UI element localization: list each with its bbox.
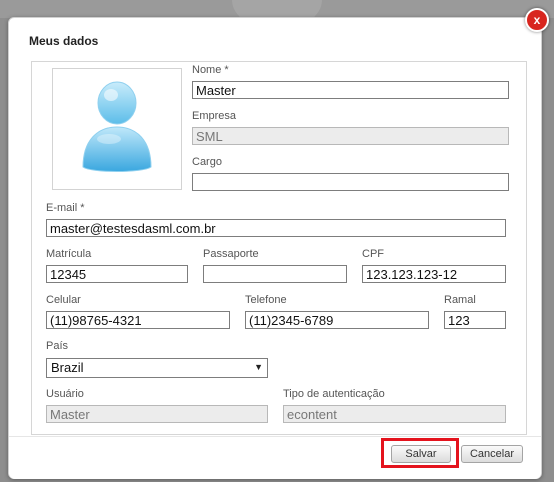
meus-dados-dialog: Meus dados x Nome * Master Empresa SML C… xyxy=(8,8,549,479)
autenticacao-label: Tipo de autenticação xyxy=(283,388,385,400)
matricula-input[interactable] xyxy=(46,265,188,283)
close-icon: x xyxy=(533,13,541,27)
cargo-label: Cargo xyxy=(192,156,222,168)
pais-selected-value: Brazil xyxy=(51,360,84,375)
empresa-label: Empresa xyxy=(192,110,237,122)
ramal-label: Ramal xyxy=(444,294,476,306)
save-button-highlight xyxy=(381,438,459,468)
passaporte-input[interactable] xyxy=(203,265,347,283)
ramal-input[interactable] xyxy=(444,311,506,329)
usuario-input xyxy=(46,405,268,423)
cargo-input[interactable] xyxy=(192,173,509,191)
email-input[interactable] xyxy=(46,219,506,237)
cpf-label: CPF xyxy=(362,248,384,260)
celular-input[interactable] xyxy=(46,311,230,329)
cancel-button[interactable]: Cancelar xyxy=(461,445,523,463)
pais-select[interactable]: Brazil ▼ xyxy=(46,358,268,378)
dialog-title: Meus dados xyxy=(29,34,99,48)
email-label: E-mail * xyxy=(46,202,85,214)
usuario-label: Usuário xyxy=(46,388,84,400)
pais-label: País xyxy=(46,340,69,352)
cpf-input[interactable] xyxy=(362,265,506,283)
passaporte-label: Passaporte xyxy=(203,248,259,260)
close-button[interactable]: x xyxy=(525,8,549,32)
user-avatar-icon xyxy=(82,81,152,172)
chevron-down-icon: ▼ xyxy=(254,362,263,372)
empresa-input xyxy=(192,127,509,145)
celular-label: Celular xyxy=(46,294,81,306)
avatar-box xyxy=(52,68,182,190)
nome-label: Nome * xyxy=(192,64,229,76)
telefone-input[interactable] xyxy=(245,311,429,329)
nome-input[interactable] xyxy=(192,81,509,99)
autenticacao-input xyxy=(283,405,506,423)
form-panel: Nome * Empresa Cargo E-mail * Matrícula … xyxy=(31,61,527,435)
telefone-label: Telefone xyxy=(245,294,287,306)
matricula-label: Matrícula xyxy=(46,248,92,260)
